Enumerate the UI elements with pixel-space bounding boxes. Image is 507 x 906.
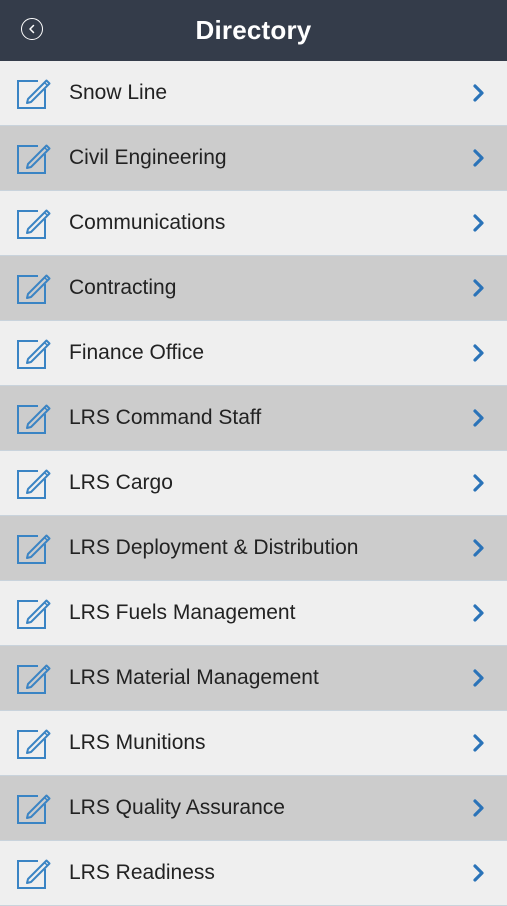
edit-note-icon xyxy=(17,469,51,499)
list-item-label: Communications xyxy=(69,211,226,234)
chevron-right-icon xyxy=(473,604,484,622)
list-item[interactable]: LRS Readiness xyxy=(0,841,507,906)
edit-note-icon xyxy=(17,794,51,824)
list-item[interactable]: LRS Deployment & Distribution xyxy=(0,516,507,581)
edit-note-icon xyxy=(17,339,51,369)
list-item-label: Snow Line xyxy=(69,81,168,104)
list-item[interactable]: LRS Munitions xyxy=(0,711,507,776)
list-item-label: LRS Deployment & Distribution xyxy=(69,536,359,559)
list-item[interactable]: Communications xyxy=(0,191,507,256)
chevron-right-icon xyxy=(473,84,484,102)
list-item-label: LRS Cargo xyxy=(69,471,173,494)
edit-note-icon xyxy=(17,144,51,174)
list-item-label: LRS Fuels Management xyxy=(69,601,296,624)
list-item[interactable]: Contracting xyxy=(0,256,507,321)
edit-note-icon xyxy=(17,664,51,694)
list-item[interactable]: LRS Cargo xyxy=(0,451,507,516)
chevron-right-icon xyxy=(473,669,484,687)
chevron-right-icon xyxy=(473,864,484,882)
list-item-label: LRS Command Staff xyxy=(69,406,262,429)
edit-note-icon xyxy=(17,274,51,304)
edit-note-icon xyxy=(17,599,51,629)
page-title: Directory xyxy=(195,15,312,45)
list-item-label: LRS Quality Assurance xyxy=(69,796,285,819)
chevron-right-icon xyxy=(473,149,484,167)
edit-note-icon xyxy=(17,534,51,564)
list-item[interactable]: LRS Material Management xyxy=(0,646,507,711)
list-item[interactable]: LRS Command Staff xyxy=(0,386,507,451)
chevron-right-icon xyxy=(473,799,484,817)
chevron-right-icon xyxy=(473,279,484,297)
chevron-right-icon xyxy=(473,344,484,362)
edit-note-icon xyxy=(17,859,51,889)
chevron-right-icon xyxy=(473,734,484,752)
nav-header: Directory xyxy=(0,0,507,61)
directory-list: Snow Line Civil Engineering Communications… xyxy=(0,61,507,906)
list-item-label: LRS Munitions xyxy=(69,731,206,754)
list-item-label: LRS Material Management xyxy=(69,666,319,689)
list-item-label: Finance Office xyxy=(69,341,205,364)
list-item-label: Contracting xyxy=(69,276,177,299)
list-item[interactable]: Civil Engineering xyxy=(0,126,507,191)
chevron-right-icon xyxy=(473,409,484,427)
chevron-right-icon xyxy=(473,474,484,492)
chevron-right-icon xyxy=(473,539,484,557)
list-item-label: Civil Engineering xyxy=(69,146,227,169)
edit-note-icon xyxy=(17,729,51,759)
chevron-left-icon xyxy=(29,24,35,34)
edit-note-icon xyxy=(17,79,51,109)
back-button[interactable] xyxy=(21,18,43,40)
list-item[interactable]: Finance Office xyxy=(0,321,507,386)
edit-note-icon xyxy=(17,209,51,239)
edit-note-icon xyxy=(17,404,51,434)
list-item-label: LRS Readiness xyxy=(69,861,215,884)
list-item[interactable]: LRS Quality Assurance xyxy=(0,776,507,841)
list-item[interactable]: LRS Fuels Management xyxy=(0,581,507,646)
chevron-right-icon xyxy=(473,214,484,232)
list-item[interactable]: Snow Line xyxy=(0,61,507,126)
